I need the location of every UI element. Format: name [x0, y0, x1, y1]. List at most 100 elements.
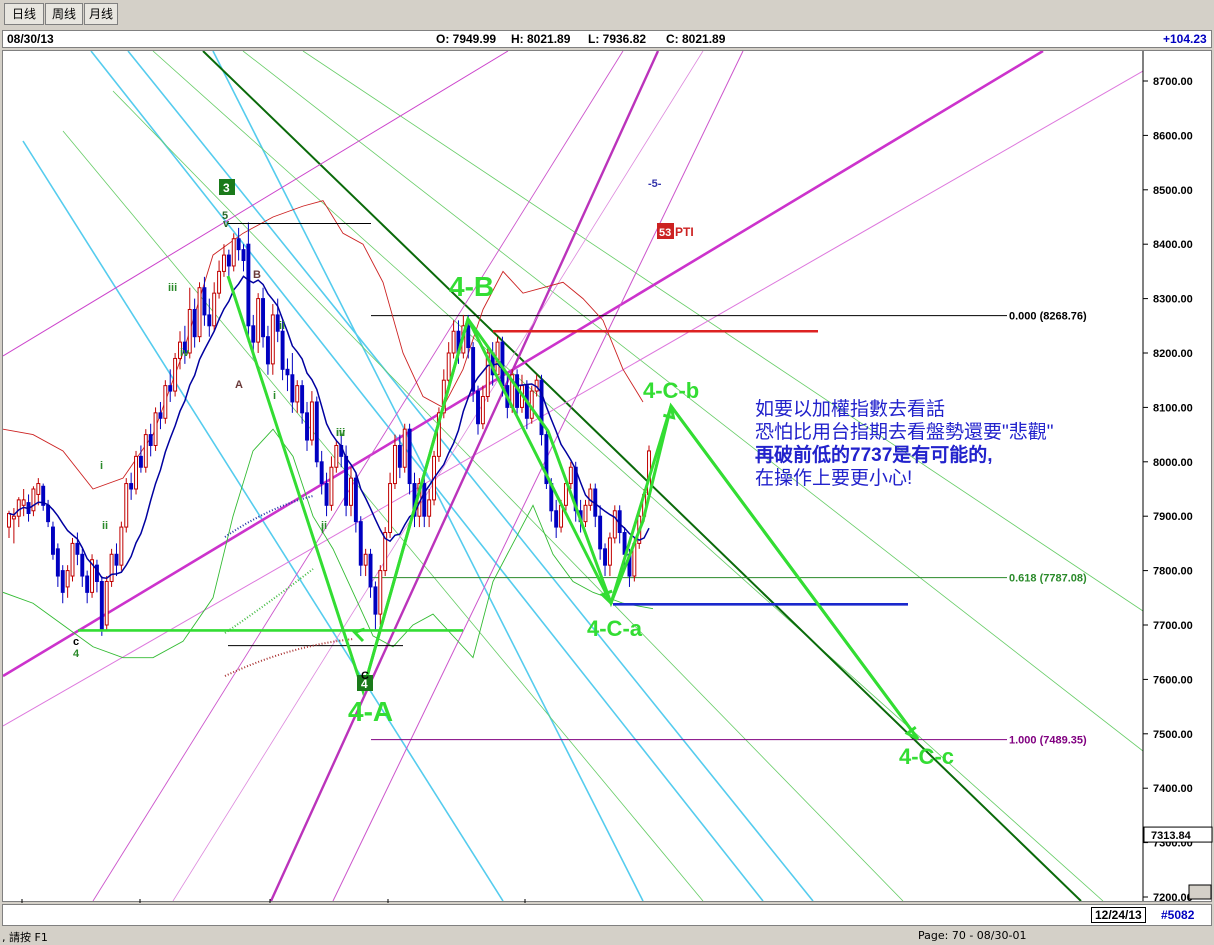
candle-body: [261, 298, 266, 338]
chart-panel[interactable]: 如要以加權指數去看話 恐怕比用台指期去看盤勢還要"悲觀" 再破前低的7737是有可能…: [2, 50, 1213, 920]
candle-body: [236, 238, 241, 251]
candle-body: [407, 428, 412, 485]
candle-body: [568, 466, 573, 485]
candle-body: [603, 548, 607, 566]
candle-body: [607, 537, 612, 566]
magenta-steep-line: [269, 51, 660, 901]
green-thin-trendline: [152, 51, 1104, 901]
candle-body: [319, 461, 324, 485]
wave-label: 4-C-c: [899, 744, 954, 769]
candle-body: [373, 586, 378, 615]
candle-body: [539, 379, 544, 436]
candle-body: [99, 580, 104, 631]
annotation-line: 如要以加權指數去看話: [755, 398, 945, 420]
price-chart[interactable]: 如要以加權指數去看話恐怕比用台指期去看盤勢還要"悲觀"再破前低的7737是有可能…: [3, 51, 1213, 920]
candle-body: [378, 570, 383, 615]
candle-body: [256, 298, 261, 343]
candle-body: [280, 330, 285, 370]
fib-level-label: 0.618 (7787.08): [1009, 573, 1087, 585]
y-tick-label: 8200.00: [1153, 348, 1193, 360]
candle-body: [94, 564, 99, 582]
small-wave-label: i: [273, 390, 276, 402]
y-tick-label: 8400.00: [1153, 239, 1193, 251]
candle-body: [70, 542, 75, 577]
candle-body: [11, 515, 16, 520]
status-right: Page: 70 - 08/30-01: [918, 929, 1027, 942]
pti-label: PTI: [675, 225, 694, 239]
candle-body: [334, 444, 339, 468]
small-wave-label: iv: [180, 347, 190, 359]
candle-body: [314, 401, 319, 463]
candle-body: [31, 488, 36, 512]
y-tick-label: 8700.00: [1153, 76, 1193, 88]
candle-body: [85, 575, 90, 593]
candle-body: [246, 243, 251, 327]
candle-body: [148, 434, 153, 446]
candle-body: [212, 292, 217, 327]
small-wave-label: iii: [168, 282, 177, 294]
candle-body: [427, 499, 432, 517]
candle-body: [217, 270, 222, 294]
magenta-channel-main: [3, 51, 1044, 678]
wave4-box-label: 4: [361, 677, 368, 691]
candle-body: [197, 287, 202, 338]
candle-body: [226, 254, 231, 267]
candle-body: [138, 455, 143, 468]
candle-body: [446, 352, 451, 381]
candle-body: [251, 325, 256, 343]
candle-body: [109, 553, 114, 582]
tab-monthly[interactable]: 月线: [84, 3, 118, 25]
status-bar: , 請按 F1 Page: 70 - 08/30-01: [0, 928, 1214, 944]
small-wave-label: i: [100, 460, 103, 472]
tab-daily[interactable]: 日线: [4, 3, 44, 25]
candle-body: [124, 483, 129, 528]
wave-label: 4-C-a: [587, 616, 643, 641]
candle-body: [75, 542, 80, 555]
y-tick-label: 8000.00: [1153, 457, 1193, 469]
candle-body: [221, 254, 226, 272]
candle-body: [207, 314, 212, 327]
magenta-steep-line-3: [92, 51, 624, 901]
candle-body: [143, 434, 148, 468]
annotation-line: 在操作上要更小心!: [755, 467, 912, 489]
symbol-label: #5082: [1161, 908, 1195, 922]
quote-close: C: 8021.89: [666, 32, 726, 46]
y-tick-label: 8300.00: [1153, 294, 1193, 306]
candle-body: [163, 385, 168, 419]
y-tick-label: 8600.00: [1153, 130, 1193, 142]
candle-body: [46, 504, 51, 523]
small-wave-label: ii: [102, 520, 108, 532]
quote-date: 08/30/13: [7, 32, 54, 46]
timeframe-tabbar: 日线 周线 月线: [0, 0, 1214, 30]
fib-level-label: 0.000 (8268.76): [1009, 311, 1087, 323]
wave-label: 4-C-b: [643, 378, 699, 403]
small-wave-label: ii: [279, 320, 285, 332]
last-price-label: 7313.84: [1151, 830, 1192, 842]
candle-body: [598, 515, 603, 550]
y-tick-label: 7400.00: [1153, 783, 1193, 795]
candle-body: [588, 488, 593, 506]
cyan-trendline: [90, 51, 764, 901]
date-box[interactable]: 12/24/13: [1091, 907, 1146, 923]
candle-body: [368, 553, 373, 588]
small-wave-label: iv: [336, 427, 346, 439]
plot-area: 如要以加權指數去看話恐怕比用台指期去看盤勢還要"悲觀"再破前低的7737是有可能…: [3, 51, 1143, 901]
bottom-bar: 12/24/13 #5082: [2, 904, 1212, 926]
candle-body: [402, 428, 407, 468]
candle-body: [158, 412, 163, 419]
quote-change: +104.23: [1163, 32, 1207, 46]
fib-level-label: 1.000 (7489.35): [1009, 735, 1087, 747]
candle-body: [466, 325, 471, 349]
zoom-icon: [1188, 884, 1212, 900]
tab-weekly[interactable]: 周线: [45, 3, 83, 25]
candle-body: [134, 455, 138, 490]
candle-body: [388, 483, 393, 534]
candle-body: [329, 466, 334, 506]
wave3-box-label: 3: [223, 181, 230, 195]
status-left: , 請按 F1: [2, 931, 48, 944]
candle-body: [241, 249, 246, 262]
small-wave-label: A: [235, 379, 243, 391]
candle-body: [476, 390, 480, 425]
candle-body: [21, 499, 26, 506]
candle-body: [80, 553, 85, 577]
